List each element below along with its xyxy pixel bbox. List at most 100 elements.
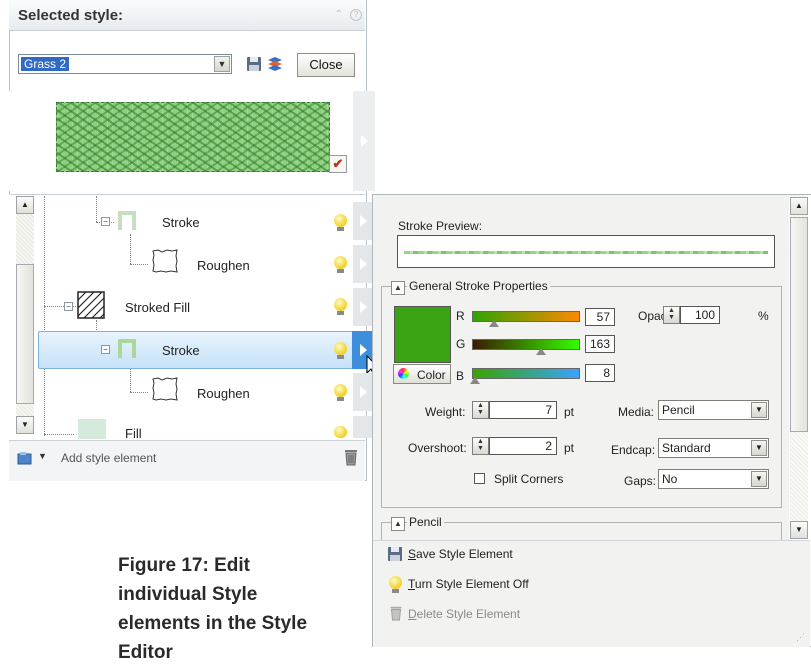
endcap-select[interactable]: Standard ▼ [658,438,769,458]
fill-element-icon [78,419,106,439]
scroll-up-button[interactable]: ▲ [790,197,808,215]
row-edit-strip[interactable] [353,245,373,283]
weight-spinner[interactable]: ▲ ▼ [472,401,489,419]
opacity-unit: % [758,309,769,323]
panel-title: Selected style: [18,7,124,24]
row-edit-strip[interactable] [353,416,373,438]
tree-row-label: Stroke [162,215,200,230]
overshoot-label: Overshoot: [408,441,467,455]
save-icon[interactable] [387,546,403,562]
trash-icon[interactable] [344,448,358,466]
visibility-bulb-icon[interactable] [334,384,347,397]
save-style-element-item[interactable]: Save Style Element [408,547,513,561]
preview-side-strip[interactable] [353,91,375,191]
tree-row-label: Stroke [162,343,200,358]
collapse-icon[interactable]: − [101,217,110,226]
endcap-select-value: Standard [662,441,711,455]
expand-arrow-icon [361,135,368,147]
row-edit-strip[interactable] [353,202,373,240]
visibility-bulb-icon[interactable] [334,214,347,227]
current-color-swatch[interactable] [394,306,451,363]
checkmark-icon[interactable]: ✔ [329,155,347,173]
lightbulb-icon[interactable] [389,576,402,589]
media-select[interactable]: Pencil ▼ [658,400,769,420]
scroll-down-button[interactable]: ▼ [790,521,808,539]
split-corners-checkbox[interactable] [474,473,485,484]
add-element-label[interactable]: Add style element [61,451,156,465]
stroke-preview-line [404,251,768,254]
row-edit-strip[interactable] [353,288,373,326]
scroll-down-button[interactable]: ▼ [16,416,34,434]
menu-accelerator: S [408,547,417,561]
figure-caption: Figure 17: Edit individual Style element… [118,555,308,663]
collapse-icon[interactable]: − [101,345,110,354]
panel-header: Selected style: ⌃ ? [9,0,365,31]
red-slider-thumb[interactable] [489,320,499,327]
blue-value-field[interactable]: 8 [585,364,615,382]
style-select[interactable]: Grass 2 ▼ [18,54,232,74]
collapse-group-icon[interactable]: ▲ [391,281,405,295]
style-preview-swatch [56,102,330,172]
stroked-fill-element-icon [77,291,105,319]
scroll-up-button[interactable]: ▲ [16,196,34,214]
weight-field[interactable]: 7 [489,401,557,419]
tree-row-stroke-selected[interactable] [38,331,366,369]
tree-scrollbar-thumb[interactable] [16,264,34,404]
help-icon[interactable]: ? [350,9,362,21]
expand-arrow-icon [360,258,367,270]
chevron-down-icon[interactable]: ▼ [214,56,230,72]
media-select-value: Pencil [662,403,695,417]
opacity-field[interactable]: 100 [680,306,720,324]
green-slider[interactable] [472,339,580,350]
opacity-spinner[interactable]: ▲ ▼ [663,306,680,324]
add-element-icon[interactable] [17,451,33,465]
visibility-bulb-icon[interactable] [334,342,347,355]
overshoot-spinner[interactable]: ▲ ▼ [472,437,489,455]
editor-scrollbar-thumb[interactable] [790,217,808,432]
close-button[interactable]: Close [297,53,355,77]
blue-slider-thumb[interactable] [470,377,480,384]
menu-accelerator: T [408,577,415,591]
overshoot-field[interactable]: 2 [489,437,557,455]
tree-row-label: Roughen [197,258,250,273]
color-wheel-icon [398,368,409,379]
weight-label: Weight: [425,405,466,419]
expand-arrow-icon [360,215,367,227]
expand-arrow-icon [360,386,367,398]
bulb-base [392,589,399,593]
tree-row-label: Fill [125,426,142,441]
group-title: General Stroke Properties [407,279,550,293]
collapse-panel-icon[interactable]: ⌃ [333,9,345,21]
channel-label-b: B [456,369,465,383]
blue-slider[interactable] [472,368,580,379]
tree-row-label: Roughen [197,386,250,401]
visibility-bulb-icon[interactable] [334,256,347,269]
chevron-down-icon[interactable]: ▼ [751,471,767,487]
red-value-field[interactable]: 57 [585,308,615,326]
green-slider-thumb[interactable] [536,348,546,355]
row-edit-strip[interactable] [353,373,373,411]
bulb-base [337,227,344,231]
resize-grip-icon[interactable]: ⋰ [796,632,805,643]
chevron-down-icon[interactable]: ▼ [751,440,767,456]
visibility-bulb-icon[interactable] [334,426,347,438]
collapse-group-icon[interactable]: ▲ [391,517,405,531]
weight-unit: pt [564,405,575,419]
color-button-label: Color [417,368,446,382]
gaps-select-value: No [662,472,678,486]
gaps-select[interactable]: No ▼ [658,469,769,489]
stroke-element-icon [118,339,136,358]
bulb-base [337,355,344,359]
chevron-down-icon[interactable]: ▼ [38,451,47,461]
turn-off-style-element-item[interactable]: Turn Style Element Off [408,577,529,591]
visibility-bulb-icon[interactable] [334,298,347,311]
expand-arrow-icon [360,301,367,313]
save-icon[interactable] [246,56,262,72]
style-layers-icon[interactable] [266,55,284,73]
channel-label-g: G [456,337,466,351]
chevron-down-icon[interactable]: ▼ [751,402,767,418]
green-value-field[interactable]: 163 [585,335,615,353]
collapse-icon[interactable]: − [64,302,73,311]
roughen-element-icon [152,377,178,401]
endcap-label: Endcap: [611,443,656,457]
